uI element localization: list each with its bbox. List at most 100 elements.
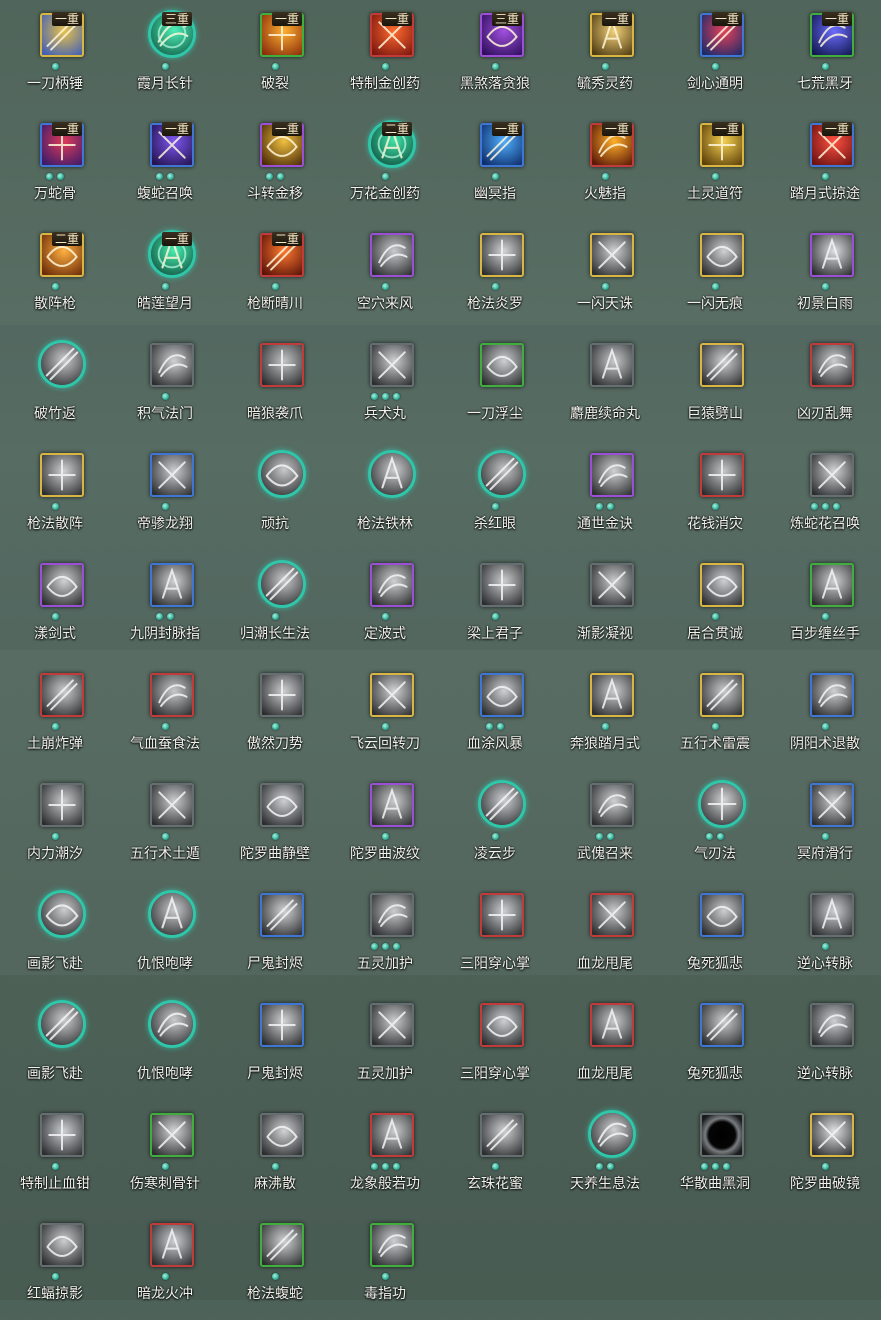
skill-slot[interactable]: 一刀浮尘 [440, 330, 550, 440]
fox-grief-icon[interactable] [700, 1003, 744, 1047]
ghoul-seal-icon[interactable] [260, 1003, 304, 1047]
skill-slot[interactable]: 一重 万蛇骨 [0, 110, 110, 220]
skill-slot[interactable]: 炼蛇花召唤 [770, 440, 880, 550]
skill-slot[interactable]: 一重 火魅指 [550, 110, 660, 220]
inner-tide-icon[interactable] [40, 783, 84, 827]
skill-slot[interactable]: 漾剑式 [0, 550, 110, 660]
skill-slot[interactable]: 枪法散阵 [0, 440, 110, 550]
tide-life-icon[interactable] [258, 560, 306, 608]
five-spirit-icon[interactable] [370, 1003, 414, 1047]
skill-slot[interactable]: 渐影凝视 [550, 550, 660, 660]
skill-slot[interactable]: 陀罗曲静壁 [220, 770, 330, 880]
black-hole-icon[interactable] [700, 1113, 744, 1157]
skill-slot[interactable]: 花钱消灾 [660, 440, 770, 550]
still-wall-icon[interactable] [260, 783, 304, 827]
underworld-glide-icon[interactable] [810, 783, 854, 827]
skill-slot[interactable]: 二重 万花金创药 [330, 110, 440, 220]
red-bat-icon[interactable] [40, 1223, 84, 1267]
running-wolf-icon[interactable] [590, 673, 634, 717]
clamp-icon[interactable] [40, 1113, 84, 1157]
skill-slot[interactable]: 暗龙火冲 [110, 1210, 220, 1320]
skill-slot[interactable]: 一重 幽冥指 [440, 110, 550, 220]
skill-slot[interactable]: 通世金诀 [550, 440, 660, 550]
skill-slot[interactable]: 内力潮汐 [0, 770, 110, 880]
dark-dragon-icon[interactable] [150, 1223, 194, 1267]
puppet-summon-icon[interactable] [590, 783, 634, 827]
skill-slot[interactable]: 三重 黑煞落贪狼 [440, 0, 550, 110]
snake-flower-icon[interactable] [810, 453, 854, 497]
skill-slot[interactable]: 画影飞赴 [0, 990, 110, 1100]
skill-slot[interactable]: 二重 枪断晴川 [220, 220, 330, 330]
skill-slot[interactable]: 五灵加护 [330, 990, 440, 1100]
skill-slot[interactable]: 一重 斗转金移 [220, 110, 330, 220]
cloud-step-icon[interactable] [478, 780, 526, 828]
skill-slot[interactable]: 枪法炎罗 [440, 220, 550, 330]
skill-slot[interactable]: 血涂风暴 [440, 660, 550, 770]
blade-dance-icon[interactable] [810, 343, 854, 387]
iai-strike-icon[interactable] [700, 563, 744, 607]
poison-finger-icon[interactable] [370, 1223, 414, 1267]
reverse-pulse-icon[interactable] [810, 893, 854, 937]
skill-slot[interactable]: 凌云步 [440, 770, 550, 880]
skill-slot[interactable]: 一重 毓秀灵药 [550, 0, 660, 110]
skill-slot[interactable]: 伤寒刺骨针 [110, 1100, 220, 1210]
skill-slot[interactable]: 血龙甩尾 [550, 990, 660, 1100]
skill-slot[interactable]: 一重 七荒黑牙 [770, 0, 880, 110]
skill-slot[interactable]: 归潮长生法 [220, 550, 330, 660]
bamboo-break-icon[interactable] [38, 340, 86, 388]
nectar-icon[interactable] [480, 1113, 524, 1157]
skill-slot[interactable]: 一重 破裂 [220, 0, 330, 110]
skill-slot[interactable]: 尸鬼封烬 [220, 990, 330, 1100]
roar-icon[interactable] [148, 1000, 196, 1048]
skill-slot[interactable]: 阴阳术退散 [770, 660, 880, 770]
skill-slot[interactable]: 枪法铁林 [330, 440, 440, 550]
skill-slot[interactable]: 土崩炸弹 [0, 660, 110, 770]
skill-slot[interactable]: 初景白雨 [770, 220, 880, 330]
skill-slot[interactable]: 一闪天诛 [550, 220, 660, 330]
skill-slot[interactable]: 顽抗 [220, 440, 330, 550]
skill-slot[interactable]: 居合贯诚 [660, 550, 770, 660]
skill-slot[interactable]: 仇恨咆哮 [110, 880, 220, 990]
skill-slot[interactable]: 巨猿劈山 [660, 330, 770, 440]
proud-blade-icon[interactable] [260, 673, 304, 717]
skill-slot[interactable]: 一重 剑心通明 [660, 0, 770, 110]
skill-slot[interactable]: 龙象般若功 [330, 1100, 440, 1210]
dragon-tail-icon[interactable] [590, 1003, 634, 1047]
skill-slot[interactable]: 陀罗曲破镜 [770, 1100, 880, 1210]
shadow-gaze-icon[interactable] [590, 563, 634, 607]
skill-slot[interactable]: 一重 皓莲望月 [110, 220, 220, 330]
skill-slot[interactable]: 一重 蝮蛇召唤 [110, 110, 220, 220]
skill-slot[interactable]: 天养生息法 [550, 1100, 660, 1210]
blood-storm-icon[interactable] [480, 673, 524, 717]
red-eye-icon[interactable] [478, 450, 526, 498]
skill-slot[interactable]: 暗狼袭爪 [220, 330, 330, 440]
skill-slot[interactable]: 逆心转脉 [770, 880, 880, 990]
wolf-claw-icon[interactable] [260, 343, 304, 387]
flash-trace-icon[interactable] [700, 233, 744, 277]
musk-pill-icon[interactable] [590, 343, 634, 387]
flash-strike-icon[interactable] [590, 233, 634, 277]
thief-icon[interactable] [480, 563, 524, 607]
thunder-icon[interactable] [700, 673, 744, 717]
heart-palm-icon[interactable] [480, 1003, 524, 1047]
seal-finger-icon[interactable] [150, 563, 194, 607]
skill-slot[interactable]: 玄珠花蜜 [440, 1100, 550, 1210]
skill-slot[interactable]: 红蝠掠影 [0, 1210, 110, 1320]
skill-slot[interactable]: 武傀召来 [550, 770, 660, 880]
skill-slot[interactable]: 破竹返 [0, 330, 110, 440]
silk-hand-icon[interactable] [810, 563, 854, 607]
skill-slot[interactable]: 傲然刀势 [220, 660, 330, 770]
skill-slot[interactable]: 一重 土灵道符 [660, 110, 770, 220]
dice-icon[interactable] [590, 453, 634, 497]
heaven-breath-icon[interactable] [588, 1110, 636, 1158]
ghoul-seal-icon[interactable] [260, 893, 304, 937]
skill-slot[interactable]: 兔死狐悲 [660, 880, 770, 990]
iron-forest-icon[interactable] [368, 450, 416, 498]
skill-slot[interactable]: 仇恨咆哮 [110, 990, 220, 1100]
five-spirit-icon[interactable] [370, 893, 414, 937]
skill-slot[interactable]: 五灵加护 [330, 880, 440, 990]
yin-yang-icon[interactable] [810, 673, 854, 717]
dust-blade-icon[interactable] [480, 343, 524, 387]
spear-array-icon[interactable] [40, 453, 84, 497]
skill-slot[interactable]: 兔死狐悲 [660, 990, 770, 1100]
